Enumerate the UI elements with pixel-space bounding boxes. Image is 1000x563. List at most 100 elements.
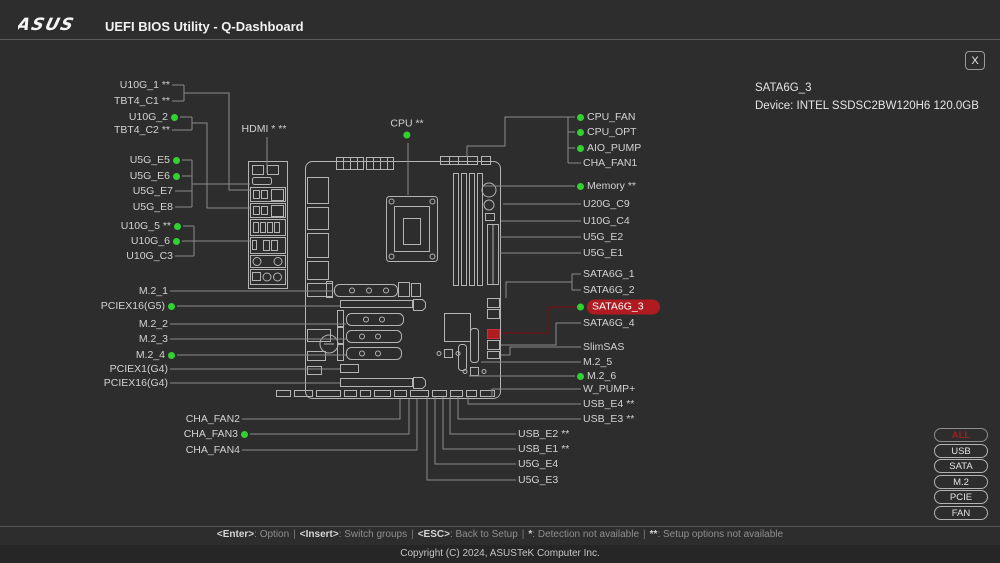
status-dot	[173, 238, 180, 245]
connector-label-u10g-c4[interactable]: U10G_C4	[583, 215, 630, 227]
connector-label-text: M.2_1	[139, 285, 168, 297]
connector-label-cpu-fan[interactable]: CPU_FAN	[577, 111, 635, 123]
connector-label-text: SATA6G_3	[587, 300, 660, 315]
connector-label-u5g-e7[interactable]: U5G_E7	[133, 185, 173, 197]
connector-label-text: U10G_2	[129, 111, 168, 123]
connector-label-u5g-e2[interactable]: U5G_E2	[583, 231, 623, 243]
connector-label-tbt4-c1[interactable]: TBT4_C1 **	[114, 95, 170, 107]
connector-label-u20g-c9[interactable]: U20G_C9	[583, 198, 630, 210]
connector-label-u5g-e3[interactable]: U5G_E3	[518, 474, 558, 486]
status-dot	[173, 157, 180, 164]
connector-line	[184, 93, 250, 190]
connector-line	[242, 399, 417, 450]
connector-label-u5g-e8[interactable]: U5G_E8	[133, 201, 173, 213]
connector-label-m-2-3[interactable]: M.2_3	[139, 333, 168, 345]
status-dot	[403, 132, 410, 139]
connector-label-slimsas[interactable]: SlimSAS	[583, 341, 624, 353]
connector-label-cha-fan3[interactable]: CHA_FAN3	[184, 428, 248, 440]
connector-label-text: U5G_E7	[133, 185, 173, 197]
connector-label-aio-pump[interactable]: AIO_PUMP	[577, 142, 641, 154]
connector-label-sata6g-1[interactable]: SATA6G_1	[583, 268, 635, 280]
status-dot	[577, 114, 584, 121]
hdmi-port	[253, 178, 272, 185]
connector-label-sata6g-3[interactable]: SATA6G_3	[577, 302, 660, 313]
connector-label-cpu-opt[interactable]: CPU_OPT	[577, 126, 637, 138]
footer-divider	[0, 526, 1000, 527]
connector-label-text: PCIEX16(G4)	[104, 377, 168, 389]
connector-label-u10g-2[interactable]: U10G_2	[129, 111, 178, 123]
connector-label-m-2-4[interactable]: M.2_4	[136, 349, 175, 361]
connector-label-text: U5G_E8	[133, 201, 173, 213]
hint-key: <Enter>	[217, 529, 254, 540]
connector-label-text: CHA_FAN3	[184, 428, 238, 440]
connector-line	[250, 399, 409, 434]
connector-label-text: SATA6G_4	[583, 317, 635, 329]
status-dot	[577, 304, 584, 311]
motherboard-artwork	[249, 157, 501, 399]
connector-label-sata6g-2[interactable]: SATA6G_2	[583, 284, 635, 296]
connector-label-usb-e3[interactable]: USB_E3 **	[583, 413, 634, 425]
connector-label-pciex16-g4[interactable]: PCIEX16(G4)	[104, 377, 168, 389]
status-dot	[577, 183, 584, 190]
board-outline	[306, 162, 501, 399]
hint-separator: |	[518, 529, 529, 540]
connector-label-m-2-5[interactable]: M.2_5	[583, 356, 612, 368]
connector-line	[458, 397, 581, 419]
connector-label-text: HDMI * **	[242, 123, 287, 135]
connector-label-text: U5G_E2	[583, 231, 623, 243]
connector-line	[450, 397, 516, 434]
connector-label-usb-e1[interactable]: USB_E1 **	[518, 443, 569, 455]
selected-connector-line	[501, 307, 581, 333]
connector-label-usb-e2[interactable]: USB_E2 **	[518, 428, 569, 440]
connector-label-u5g-e5[interactable]: U5G_E5	[130, 154, 180, 166]
status-dot	[171, 114, 178, 121]
connector-label-pciex1-g4[interactable]: PCIEX1(G4)	[110, 363, 168, 375]
connector-label-text: M.2_4	[136, 349, 165, 361]
connector-label-m-2-1[interactable]: M.2_1	[139, 285, 168, 297]
connector-line	[501, 323, 581, 345]
filter-button-sata[interactable]: SATA	[934, 459, 988, 473]
connector-label-m-2-6[interactable]: M.2_6	[577, 370, 616, 382]
connector-line	[506, 282, 572, 298]
connector-label-cha-fan1[interactable]: CHA_FAN1	[583, 157, 637, 169]
connector-label-text: PCIEX1(G4)	[110, 363, 168, 375]
sata6g3-port-highlight	[488, 330, 500, 339]
connector-label-w-pump[interactable]: W_PUMP+	[583, 383, 635, 395]
filter-button-pcie[interactable]: PCIE	[934, 490, 988, 504]
connector-label-cpu[interactable]: CPU **	[390, 118, 423, 139]
connector-label-u10g-6[interactable]: U10G_6	[131, 235, 180, 247]
connector-label-text: M.2_5	[583, 356, 612, 368]
copyright-bar: Copyright (C) 2024, ASUSTeK Computer Inc…	[0, 545, 1000, 563]
connector-label-pciex16-g5[interactable]: PCIEX16(G5)	[101, 300, 175, 312]
status-dot	[577, 129, 584, 136]
connector-label-u5g-e1[interactable]: U5G_E1	[583, 247, 623, 259]
filter-button-all[interactable]: ALL	[934, 428, 988, 442]
connector-label-text: CPU_FAN	[587, 111, 635, 123]
connector-label-text: CPU_OPT	[587, 126, 637, 138]
connector-label-m-2-2[interactable]: M.2_2	[139, 318, 168, 330]
hint-desc: Back to Setup	[456, 529, 518, 540]
filter-button-m2[interactable]: M.2	[934, 475, 988, 489]
hint-separator: |	[639, 529, 650, 540]
status-dot	[577, 373, 584, 380]
connector-label-sata6g-4[interactable]: SATA6G_4	[583, 317, 635, 329]
connector-label-u5g-e6[interactable]: U5G_E6	[130, 170, 180, 182]
hint-desc: Option	[260, 529, 289, 540]
connector-label-usb-e4[interactable]: USB_E4 **	[583, 398, 634, 410]
hint-bar: <Enter>: Option|<Insert>: Switch groups|…	[0, 529, 1000, 540]
connector-label-tbt4-c2[interactable]: TBT4_C2 **	[114, 124, 170, 136]
connector-label-u10g-1[interactable]: U10G_1 **	[120, 79, 170, 91]
connector-label-hdmi[interactable]: HDMI * **	[242, 123, 287, 135]
connector-label-u10g-5[interactable]: U10G_5 **	[121, 220, 181, 232]
connector-line	[492, 389, 581, 397]
connector-label-u5g-e4[interactable]: U5G_E4	[518, 458, 558, 470]
connector-label-text: TBT4_C1 **	[114, 95, 170, 107]
connector-label-memory[interactable]: Memory **	[577, 180, 636, 192]
filter-button-usb[interactable]: USB	[934, 444, 988, 458]
filter-button-fan[interactable]: FAN	[934, 506, 988, 520]
connector-label-cha-fan2[interactable]: CHA_FAN2	[186, 413, 240, 425]
connector-line	[427, 397, 516, 480]
connector-label-cha-fan4[interactable]: CHA_FAN4	[186, 444, 240, 456]
hint-desc: Setup options not available	[663, 529, 783, 540]
connector-label-u10g-c3[interactable]: U10G_C3	[126, 250, 173, 262]
